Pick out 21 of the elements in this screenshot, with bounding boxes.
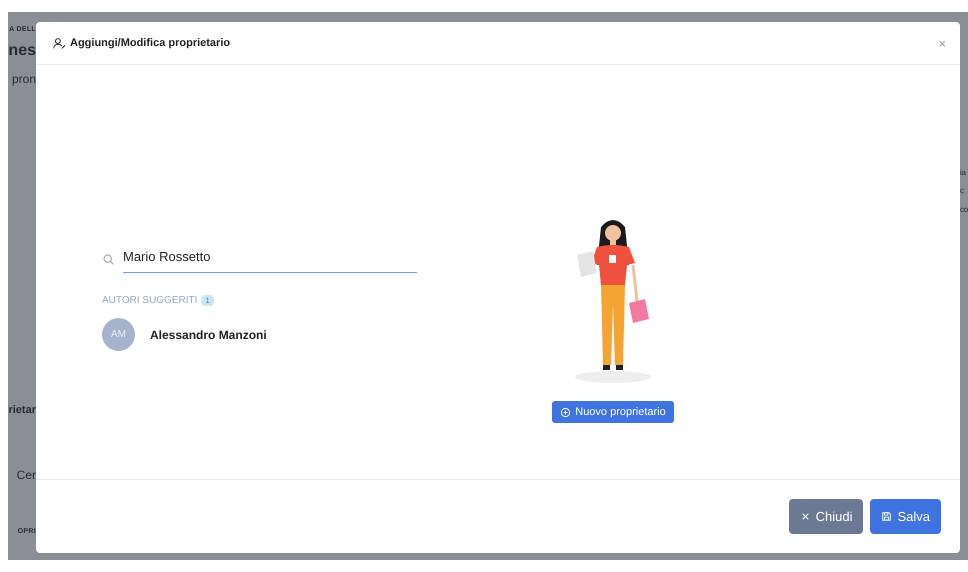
background-text: ia bbox=[960, 168, 966, 177]
background-text: nes bbox=[8, 42, 36, 60]
count-badge: 1 bbox=[201, 295, 214, 306]
save-button[interactable]: Salva bbox=[870, 499, 941, 534]
close-button[interactable]: × bbox=[936, 36, 948, 50]
author-name: Alessandro Manzoni bbox=[150, 328, 267, 342]
author-item[interactable]: AM Alessandro Manzoni bbox=[102, 318, 302, 351]
background-text: co bbox=[960, 205, 968, 214]
close-icon bbox=[800, 511, 811, 522]
suggestions-heading: AUTORI SUGGERITI bbox=[102, 295, 198, 306]
background-text: rietar bbox=[8, 404, 36, 416]
plus-circle-icon bbox=[560, 406, 572, 418]
user-edit-icon bbox=[53, 36, 66, 50]
avatar-initials: AM bbox=[102, 318, 135, 351]
dialog-title: Aggiungi/Modifica proprietario bbox=[70, 37, 232, 49]
search-icon bbox=[102, 252, 115, 266]
background-text: Cer bbox=[16, 468, 36, 482]
new-owner-button[interactable]: Nuovo proprietario bbox=[552, 401, 674, 423]
background-text: pron bbox=[12, 72, 36, 86]
background-text: c bbox=[960, 186, 964, 195]
close-button[interactable]: Chiudi bbox=[788, 499, 864, 534]
